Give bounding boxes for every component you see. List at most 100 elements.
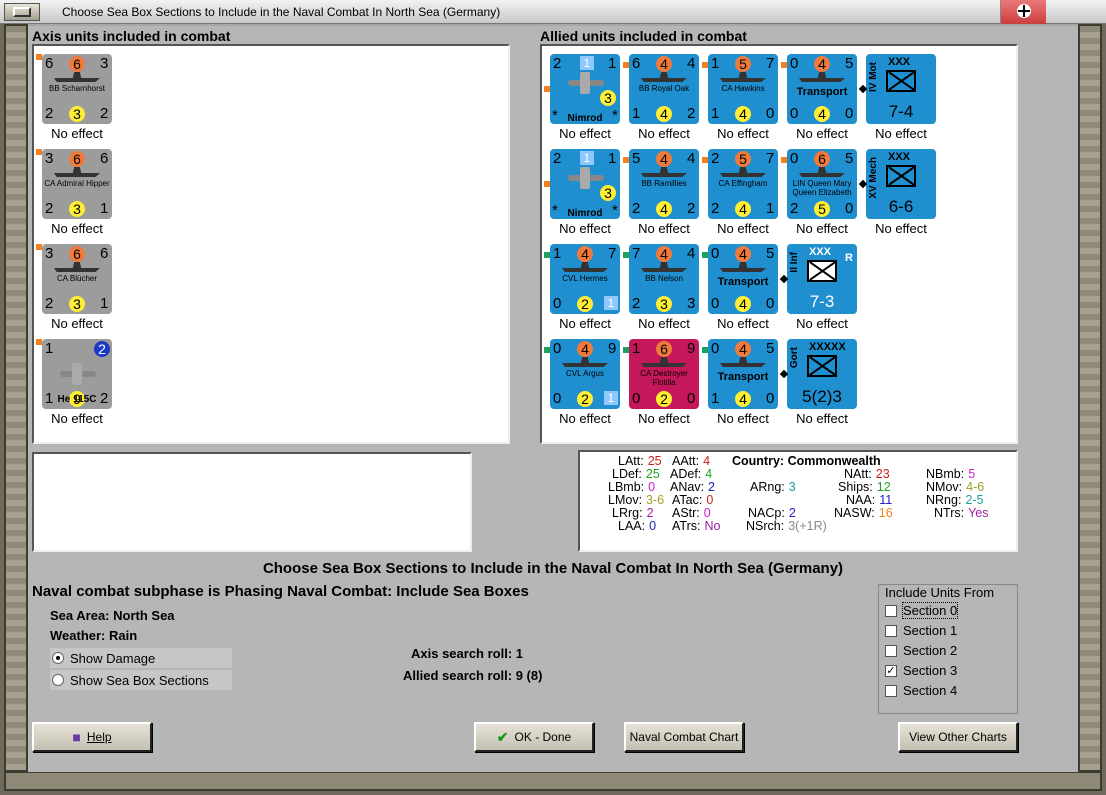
stat-key: Ships:: [838, 480, 873, 494]
counter-yellow-value: 5: [814, 201, 830, 217]
stat-value: 2: [646, 506, 654, 520]
stat-item: LBmb: 0: [608, 480, 655, 494]
counter-top-left: 0: [711, 245, 720, 262]
unit-counter[interactable]: 0 6 5 2 5 0 LIN Queen Mary Queen Elizabeth: [787, 149, 857, 219]
unit-counter[interactable]: 7 4 4 2 3 3 BB Nelson: [629, 244, 699, 314]
unit-counter[interactable]: 1 6 9 0 2 0 CA Destroyer Flotilla: [629, 339, 699, 409]
unit-effect-label: No effect: [51, 126, 103, 141]
counter-yellow-value: 2: [656, 391, 672, 407]
stat-item: LMov: 3-6: [608, 493, 664, 507]
unit-strength-label: 7-4: [888, 102, 914, 121]
counter-orange-value: 6: [656, 341, 672, 357]
unit-effect-label: No effect: [638, 316, 690, 331]
division-symbol-icon: [886, 165, 916, 187]
unit-counter[interactable]: XXX XV Mech 6-6: [866, 149, 936, 219]
stat-value: 4-6: [966, 480, 985, 494]
ship-icon: [799, 72, 845, 82]
unit-counter[interactable]: 2 1 1 3 * * Nimrod: [550, 149, 620, 219]
unit-counter[interactable]: XXXXX Gort 5(2)3: [787, 339, 857, 409]
allied-units-panel[interactable]: 2 1 1 3 * * Nimrod No effect 6 4 4 1 4 2 BB Royal Oak N…: [540, 44, 1018, 444]
show-damage-radio[interactable]: Show Damage: [50, 648, 232, 668]
section-checkbox[interactable]: [885, 604, 897, 617]
unit-effect-label: No effect: [717, 126, 769, 141]
counter-yellow-value: 4: [814, 106, 830, 122]
unit-counter[interactable]: 1 5 7 1 4 0 CA Hawkins: [708, 54, 778, 124]
allied-panel-label: Allied units included in combat: [540, 28, 747, 44]
radio-selected-icon[interactable]: [52, 652, 64, 664]
country-line: Country: Commonwealth: [732, 454, 881, 468]
other-charts-label: View Other Charts: [909, 730, 1007, 744]
section-checkbox-row[interactable]: Section 0: [885, 602, 959, 619]
counter-unit-name: CA Admiral Hipper: [44, 179, 110, 188]
unit-effect-label: No effect: [717, 221, 769, 236]
sea-area-value: North Sea: [113, 608, 175, 623]
counter-bottom-left: 2: [632, 295, 641, 312]
stat-value: 0: [703, 506, 711, 520]
counter-unit-name: Nimrod: [567, 208, 603, 219]
section-checkbox-row[interactable]: Section 2: [885, 643, 957, 658]
counter-yellow-value: 2: [577, 391, 593, 407]
section-checkbox-row[interactable]: Section 1: [885, 623, 957, 638]
section-checkbox[interactable]: [885, 684, 897, 697]
stat-item: NMov: 4-6: [926, 480, 984, 494]
window-menu-button[interactable]: [4, 2, 40, 21]
unit-counter[interactable]: XXX II Inf R 7-3: [787, 244, 857, 314]
unit-counter[interactable]: 2 5 7 2 4 1 CA Effingham: [708, 149, 778, 219]
counter-unit-name: Transport: [717, 371, 769, 383]
unit-counter[interactable]: 0 4 5 1 4 0 Transport: [708, 339, 778, 409]
stat-value: 25: [645, 467, 660, 481]
counter-bottom-right: 1: [766, 200, 775, 217]
view-other-charts-button[interactable]: View Other Charts: [898, 722, 1018, 752]
unit-counter[interactable]: XXX IV Mot 7-4: [866, 54, 936, 124]
stat-item: AAtt: 4: [672, 454, 710, 468]
section-checkbox[interactable]: [885, 624, 897, 637]
counter-yellow-value: 3: [69, 201, 85, 217]
radio-unselected-icon[interactable]: [52, 674, 64, 686]
stat-item: NAA: 11: [846, 493, 892, 507]
counter-square-value: 1: [580, 151, 594, 165]
counter-yellow-value: 4: [656, 201, 672, 217]
unit-counter[interactable]: 1 2 1 9 2 He 115C: [42, 339, 112, 409]
stat-value: 3-6: [646, 493, 665, 507]
stat-key: NSrch:: [746, 519, 785, 533]
unit-counter[interactable]: 5 4 4 2 4 2 BB Ramillies: [629, 149, 699, 219]
stat-key: LAtt:: [618, 454, 644, 468]
unit-counter[interactable]: 2 1 1 3 * * Nimrod: [550, 54, 620, 124]
combat-marker-icon: [544, 252, 550, 258]
stat-key: LRrg:: [612, 506, 643, 520]
naval-combat-chart-button[interactable]: Naval Combat Chart: [624, 722, 744, 752]
division-symbol-icon: [886, 70, 916, 92]
section-checkbox-row[interactable]: Section 4: [885, 683, 957, 698]
unit-counter[interactable]: 3 6 6 2 3 1 CA Blücher: [42, 244, 112, 314]
counter-top-left: 2: [553, 55, 562, 72]
counter-bottom-right: 1: [100, 200, 109, 217]
stat-item: NACp: 2: [748, 506, 796, 520]
counter-bottom-left: 1: [711, 105, 720, 122]
help-button[interactable]: ■ Help: [32, 722, 152, 752]
section-checkbox-row[interactable]: ✓ Section 3: [885, 663, 957, 678]
show-sections-radio[interactable]: Show Sea Box Sections: [50, 670, 232, 690]
counter-yellow-value: 4: [656, 106, 672, 122]
unit-strength-label: 6-6: [888, 197, 914, 216]
unit-name-label: Gort: [789, 347, 800, 369]
stat-key: AAtt:: [672, 454, 700, 468]
stat-value: 11: [879, 493, 893, 507]
unit-counter[interactable]: 6 6 3 2 3 2 BB Scharnhorst: [42, 54, 112, 124]
unit-counter[interactable]: 0 4 5 0 4 0 Transport: [787, 54, 857, 124]
section-checkbox[interactable]: [885, 644, 897, 657]
window-title: Choose Sea Box Sections to Include in th…: [62, 4, 501, 19]
unit-counter[interactable]: 0 4 5 0 4 0 Transport: [708, 244, 778, 314]
unit-counter[interactable]: 0 4 9 0 2 1 CVL Argus: [550, 339, 620, 409]
unit-counter[interactable]: 1 4 7 0 2 1 CVL Hermes: [550, 244, 620, 314]
weather-label: Weather:: [50, 628, 106, 643]
counter-top-left: 2: [711, 150, 720, 167]
ok-done-button[interactable]: ✔ OK - Done: [474, 722, 594, 752]
counter-top-right: 5: [766, 340, 775, 357]
ship-icon: [720, 167, 766, 177]
help-label: Help: [86, 730, 112, 744]
axis-units-panel[interactable]: 6 6 3 2 3 2 BB Scharnhorst No effect 3 6 6 2 3 1 CA Ad…: [32, 44, 510, 444]
unit-counter[interactable]: 3 6 6 2 3 1 CA Admiral Hipper: [42, 149, 112, 219]
section-checkbox[interactable]: ✓: [885, 664, 897, 677]
counter-top-left: 3: [45, 245, 54, 262]
unit-counter[interactable]: 6 4 4 1 4 2 BB Royal Oak: [629, 54, 699, 124]
